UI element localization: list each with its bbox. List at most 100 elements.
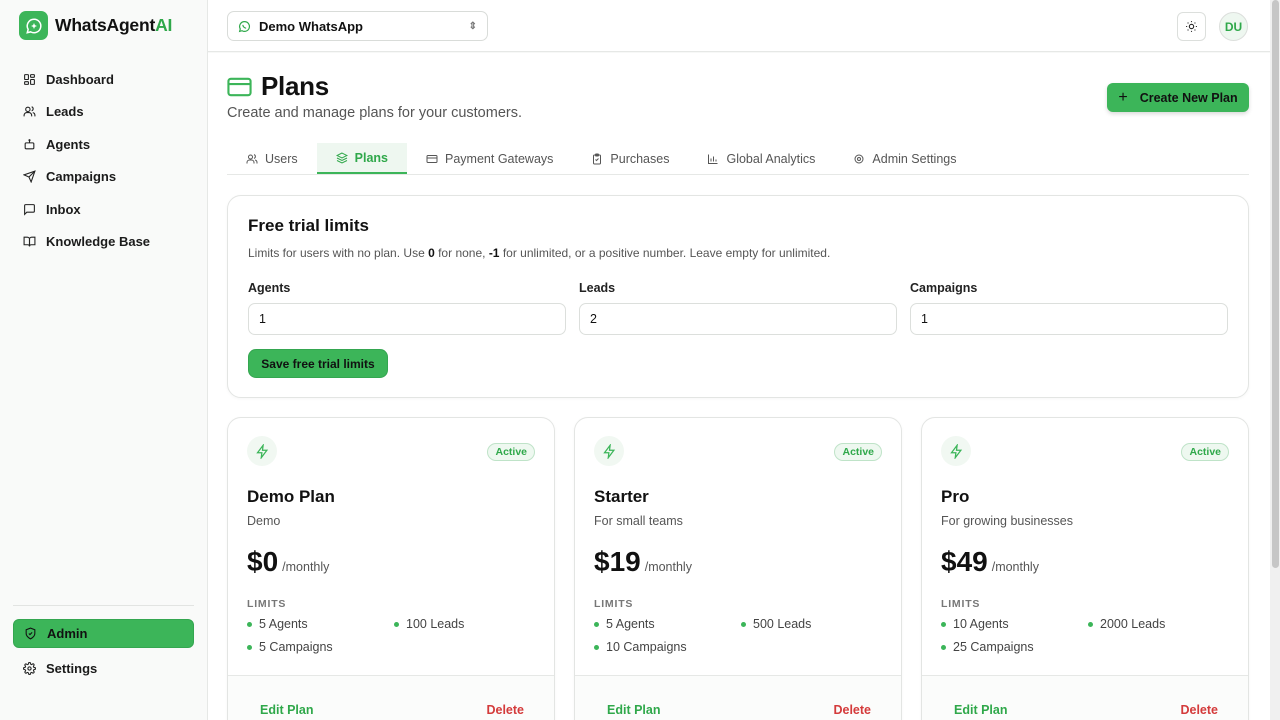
tab-purchases[interactable]: Purchases: [572, 143, 688, 174]
sidebar-nav: Dashboard Leads Agents Campaigns Inbox K…: [13, 63, 194, 258]
delete-plan-button[interactable]: Delete: [1180, 703, 1218, 717]
edit-plan-button[interactable]: Edit Plan: [260, 703, 313, 717]
plan-description: Demo: [247, 514, 281, 528]
theme-toggle-button[interactable]: [1177, 12, 1206, 41]
agents-field: Agents: [248, 281, 566, 335]
tab-admin-settings[interactable]: Admin Settings: [834, 143, 975, 174]
plan-card-demo: Active Demo Plan Demo $0 /monthly LIMITS…: [227, 417, 555, 720]
sidebar-item-inbox[interactable]: Inbox: [13, 193, 194, 226]
sidebar-item-label: Dashboard: [46, 71, 114, 87]
whatsagent-logo-icon: [19, 11, 48, 40]
limits-label: LIMITS: [247, 598, 287, 610]
workspace-select[interactable]: Demo WhatsApp ⇕: [227, 11, 488, 41]
create-button-label: Create New Plan: [1139, 90, 1238, 105]
leads-label: Leads: [579, 281, 616, 295]
tab-payment-gateways[interactable]: Payment Gateways: [407, 143, 572, 174]
price-period: /monthly: [644, 560, 692, 574]
main-content: Plans Create and manage plans for your c…: [208, 53, 1270, 720]
create-new-plan-button[interactable]: + Create New Plan: [1107, 83, 1249, 112]
campaigns-input[interactable]: [910, 303, 1228, 335]
sidebar-item-settings[interactable]: Settings: [13, 652, 194, 685]
leads-input[interactable]: [579, 303, 897, 335]
limit-item: 500 Leads: [741, 617, 811, 631]
tab-label: Admin Settings: [872, 151, 957, 166]
limit-item: 5 Agents: [594, 617, 655, 631]
edit-plan-button[interactable]: Edit Plan: [607, 703, 660, 717]
scrollbar-thumb[interactable]: [1272, 0, 1279, 568]
grid-icon: [24, 73, 35, 85]
limit-item: 10 Campaigns: [594, 640, 687, 654]
plan-footer: Edit Plan Delete: [575, 675, 901, 720]
sidebar-item-admin[interactable]: Admin: [13, 619, 194, 648]
sidebar-item-label: Knowledge Base: [46, 234, 151, 250]
agents-label: Agents: [248, 281, 291, 295]
sidebar-item-agents[interactable]: Agents: [13, 128, 194, 161]
shield-icon: [25, 627, 36, 640]
lightning-icon: [594, 436, 624, 466]
leads-field: Leads: [579, 281, 897, 335]
edit-plan-button[interactable]: Edit Plan: [954, 703, 1007, 717]
workspace-name: Demo WhatsApp: [259, 18, 363, 34]
delete-plan-button[interactable]: Delete: [833, 703, 871, 717]
delete-plan-button[interactable]: Delete: [486, 703, 524, 717]
brand-name: WhatsAgentAI: [55, 15, 173, 35]
sidebar-item-campaigns[interactable]: Campaigns: [13, 161, 194, 194]
plan-price: $0 /monthly: [247, 546, 329, 578]
sidebar-item-label: Admin: [47, 626, 88, 641]
card-icon: [426, 154, 438, 163]
sidebar-item-knowledge-base[interactable]: Knowledge Base: [13, 226, 194, 259]
status-badge: Active: [1181, 443, 1229, 461]
chart-icon: [708, 154, 718, 164]
sidebar-item-label: Campaigns: [46, 169, 117, 185]
plan-price: $19 /monthly: [594, 546, 692, 578]
tab-label: Global Analytics: [726, 151, 816, 166]
page-header: Plans: [227, 71, 329, 102]
agents-input[interactable]: [248, 303, 566, 335]
tab-label: Payment Gateways: [445, 151, 554, 166]
tab-label: Purchases: [610, 151, 670, 166]
limit-item: 2000 Leads: [1088, 617, 1165, 631]
lightning-icon: [247, 436, 277, 466]
sun-icon: [1186, 21, 1197, 32]
message-icon: [24, 203, 35, 216]
sidebar-divider: [13, 605, 194, 606]
price-value: $49: [941, 546, 988, 577]
tab-users[interactable]: Users: [227, 143, 317, 174]
sidebar-item-label: Leads: [46, 104, 84, 120]
whatsapp-icon: [238, 20, 250, 32]
sidebar-bottom-nav: Admin Settings: [13, 619, 194, 685]
limit-item: 10 Agents: [941, 617, 1009, 631]
users-icon: [23, 106, 36, 117]
limit-item: 100 Leads: [394, 617, 464, 631]
topbar: Demo WhatsApp ⇕ DU: [208, 0, 1270, 52]
status-badge: Active: [834, 443, 882, 461]
brand[interactable]: WhatsAgentAI: [19, 11, 172, 40]
plan-card-pro: Active Pro For growing businesses $49 /m…: [921, 417, 1249, 720]
sidebar-item-dashboard[interactable]: Dashboard: [13, 63, 194, 96]
plan-card-starter: Active Starter For small teams $19 /mont…: [574, 417, 902, 720]
limits-label: LIMITS: [941, 598, 981, 610]
save-free-trial-button[interactable]: Save free trial limits: [248, 349, 388, 378]
limit-item: 5 Agents: [247, 617, 308, 631]
sidebar-item-label: Inbox: [46, 201, 81, 217]
tab-plans[interactable]: Plans: [316, 143, 408, 174]
lightning-icon: [941, 436, 971, 466]
plan-name: Pro: [941, 487, 970, 506]
bot-icon: [24, 138, 35, 150]
limit-item: 5 Campaigns: [247, 640, 333, 654]
admin-tabs: Users Plans Payment Gateways Purchases G…: [227, 143, 1249, 175]
gear-icon: [854, 154, 864, 163]
sidebar: WhatsAgentAI Dashboard Leads Agents Camp…: [0, 0, 208, 720]
users-icon: [246, 153, 258, 163]
limit-item: 25 Campaigns: [941, 640, 1034, 654]
tab-global-analytics[interactable]: Global Analytics: [688, 143, 834, 174]
campaigns-label: Campaigns: [910, 281, 978, 295]
sidebar-item-leads[interactable]: Leads: [13, 96, 194, 129]
send-icon: [23, 170, 36, 184]
plan-price: $49 /monthly: [941, 546, 1039, 578]
tab-label: Users: [265, 151, 298, 166]
plan-footer: Edit Plan Delete: [228, 675, 554, 720]
plan-footer: Edit Plan Delete: [922, 675, 1248, 720]
chevron-updown-icon: ⇕: [468, 20, 477, 32]
avatar[interactable]: DU: [1219, 12, 1248, 41]
